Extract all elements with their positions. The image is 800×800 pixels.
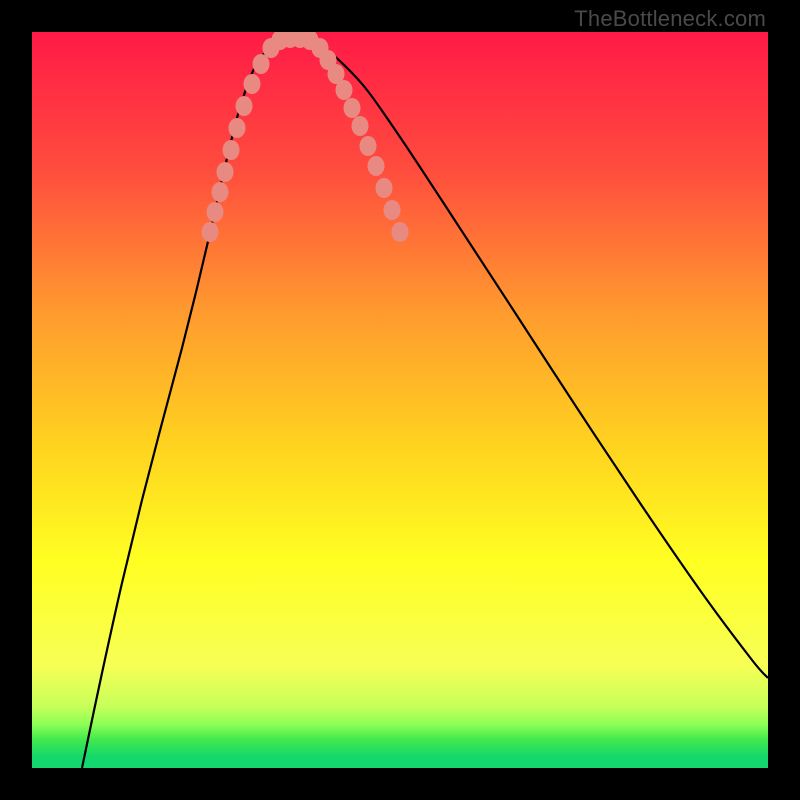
outer-frame: TheBottleneck.com: [0, 0, 800, 800]
watermark-text: TheBottleneck.com: [574, 6, 766, 32]
dot: [212, 182, 229, 202]
dot: [217, 162, 234, 182]
dot: [336, 80, 353, 100]
dot: [352, 116, 369, 136]
dot: [376, 178, 393, 198]
dot: [229, 118, 246, 138]
chart-svg: [32, 32, 768, 768]
dot: [244, 74, 261, 94]
dot: [360, 136, 377, 156]
dot: [392, 222, 409, 242]
dot: [223, 140, 240, 160]
dot: [344, 98, 361, 118]
dot: [368, 156, 385, 176]
plot-area: [32, 32, 768, 768]
dot: [236, 96, 253, 116]
gradient-background: [32, 32, 768, 768]
dot: [384, 200, 401, 220]
dot: [202, 222, 219, 242]
dot: [253, 54, 270, 74]
dot: [207, 202, 224, 222]
